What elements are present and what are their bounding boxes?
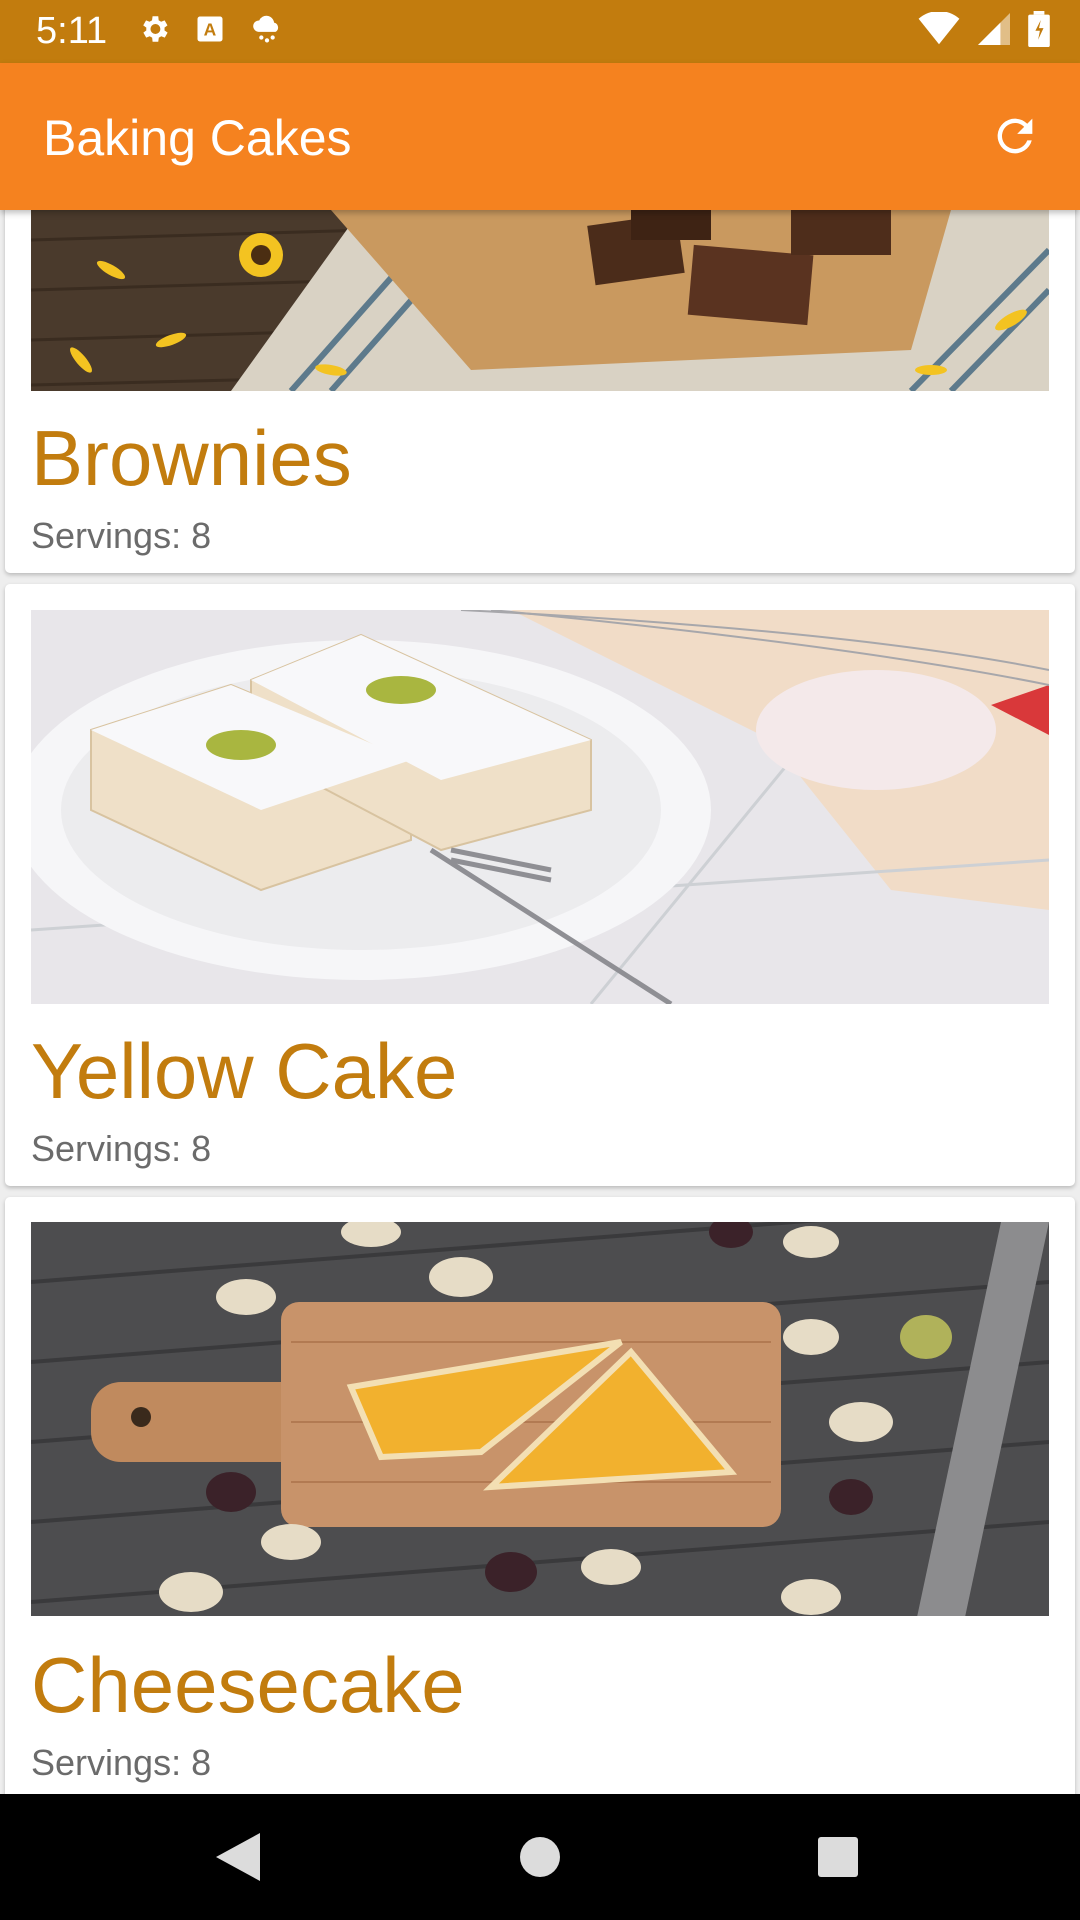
recents-button[interactable] [808, 1829, 868, 1889]
recipe-image [31, 210, 1049, 391]
keyboard-a-icon: A [195, 14, 225, 49]
recipe-card-brownies[interactable]: Brownies Servings: 8 [5, 210, 1075, 573]
back-icon [216, 1832, 260, 1886]
recipe-servings: Servings: 8 [31, 1742, 212, 1783]
recipe-servings: Servings: 8 [31, 1128, 212, 1169]
app-bar: Baking Cakes [0, 63, 1080, 210]
wifi-icon [918, 11, 960, 51]
refresh-icon [989, 110, 1041, 167]
app-title: Baking Cakes [43, 110, 352, 166]
recipe-name: Cheesecake [31, 1641, 465, 1729]
recipe-card-cheesecake[interactable]: Cheesecake Servings: 8 [5, 1197, 1075, 1794]
recipe-name: Yellow Cake [31, 1027, 458, 1115]
settings-icon [137, 12, 171, 51]
back-button[interactable] [208, 1829, 268, 1889]
recipe-list: Brownies Servings: 8 Yellow Cake Serving… [0, 210, 1080, 1794]
battery-icon [1028, 11, 1050, 52]
weather-icon [249, 12, 285, 51]
recipe-name: Brownies [31, 414, 352, 502]
recipe-servings: Servings: 8 [31, 515, 212, 556]
status-bar: 5:11 A [0, 0, 1080, 63]
status-time: 5:11 [36, 10, 108, 52]
recipe-image [31, 610, 1049, 1004]
signal-icon [978, 12, 1010, 51]
refresh-button[interactable] [980, 103, 1050, 173]
recipe-image [31, 1222, 1049, 1616]
svg-text:A: A [204, 19, 217, 39]
home-button[interactable] [510, 1829, 570, 1889]
recipe-card-yellow-cake[interactable]: Yellow Cake Servings: 8 [5, 584, 1075, 1186]
recents-icon [818, 1836, 858, 1882]
home-icon [520, 1836, 560, 1882]
navigation-bar [0, 1794, 1080, 1920]
